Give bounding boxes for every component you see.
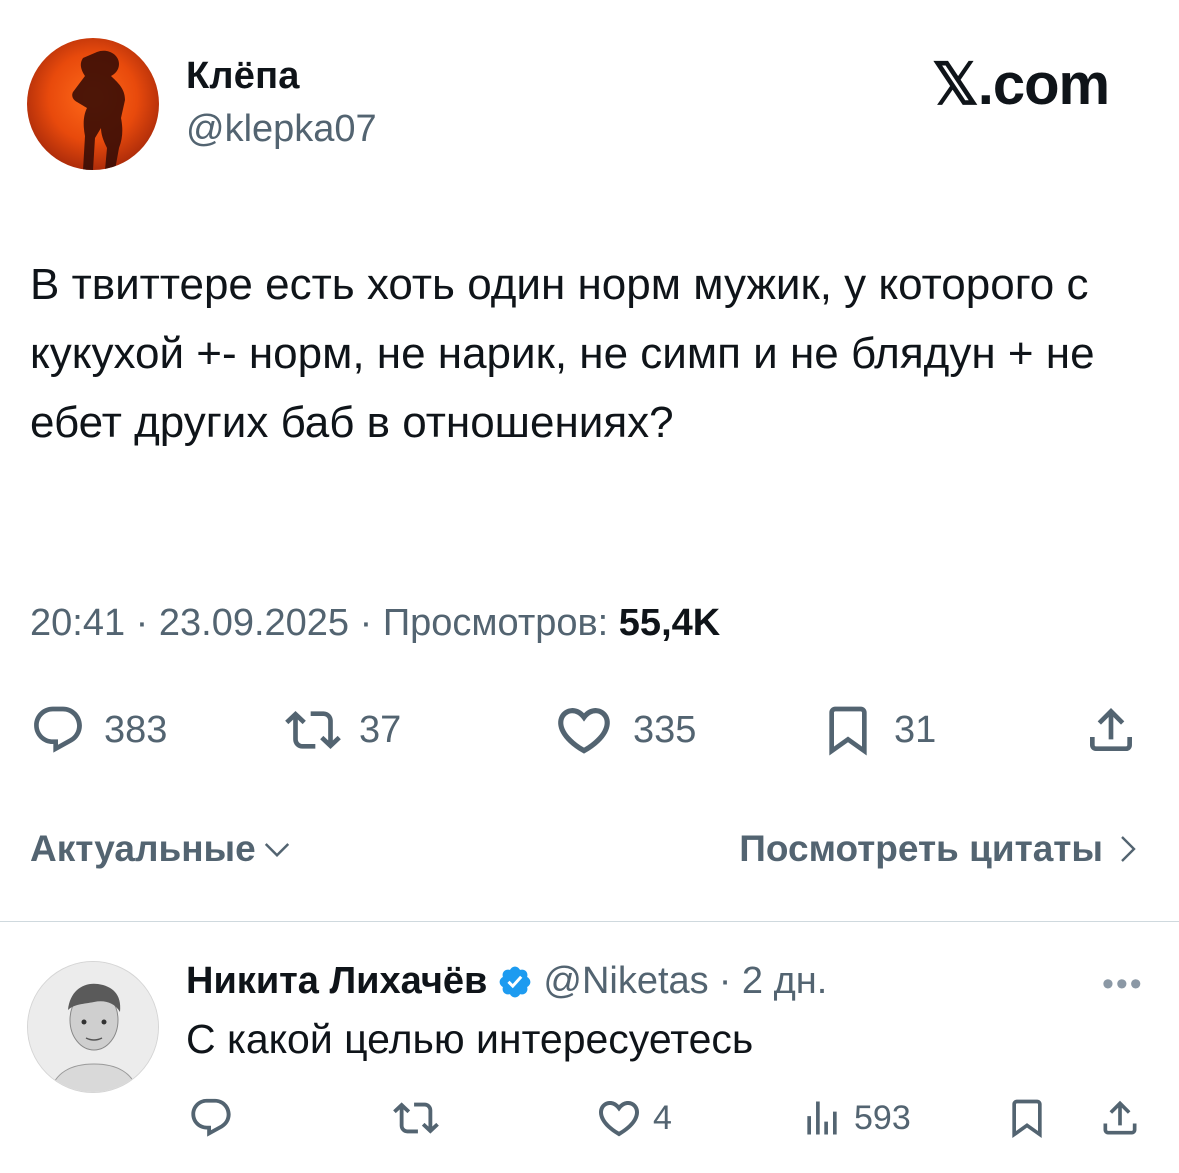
share-icon bbox=[1090, 708, 1132, 751]
share-icon bbox=[1103, 1100, 1137, 1135]
reply-actions: 4 593 bbox=[0, 1092, 1179, 1144]
reply-like-count: 4 bbox=[653, 1098, 672, 1137]
avatar-portrait-icon bbox=[28, 962, 158, 1092]
bookmark-button[interactable]: 31 bbox=[820, 700, 936, 760]
reply-views-button[interactable]: 593 bbox=[800, 1092, 911, 1144]
like-button[interactable]: 335 bbox=[553, 700, 696, 760]
view-quotes-label: Посмотреть цитаты bbox=[739, 828, 1103, 869]
reply-header: Никита Лихачёв @Niketas · 2 дн. bbox=[186, 960, 827, 1003]
reply-icon bbox=[191, 1098, 231, 1137]
reply-time[interactable]: · 2 дн. bbox=[719, 960, 828, 1003]
tweet-meta: 20:41 · 23.09.2025 · Просмотров: 55,4K bbox=[30, 602, 720, 645]
repost-icon bbox=[393, 1102, 439, 1134]
sort-dropdown[interactable]: Актуальные bbox=[30, 828, 292, 870]
sort-label: Актуальные bbox=[30, 828, 256, 869]
tweet-timestamp[interactable]: 20:41 · 23.09.2025 · Просмотров: bbox=[30, 602, 619, 644]
reply-icon bbox=[34, 706, 82, 753]
avatar-silhouette-icon bbox=[72, 50, 125, 170]
reply-like-button[interactable]: 4 bbox=[595, 1092, 672, 1144]
heart-icon bbox=[598, 1101, 640, 1137]
reply-button[interactable]: 383 bbox=[30, 700, 167, 760]
view-count: 55,4K bbox=[618, 602, 721, 644]
repost-button[interactable]: 37 bbox=[285, 700, 401, 760]
reply-count: 383 bbox=[104, 708, 168, 751]
repost-count: 37 bbox=[359, 708, 402, 751]
reply-bookmark-button[interactable] bbox=[1005, 1092, 1049, 1144]
verified-badge-icon[interactable] bbox=[497, 964, 533, 1000]
reply-reply-button[interactable] bbox=[188, 1092, 234, 1144]
tweet-actions: 383 37 335 31 bbox=[0, 700, 1179, 760]
author-handle[interactable]: @klepka07 bbox=[186, 108, 377, 151]
view-quotes-link[interactable]: Посмотреть цитаты bbox=[739, 828, 1139, 870]
reply-view-count: 593 bbox=[854, 1098, 911, 1137]
chevron-down-icon bbox=[264, 843, 289, 858]
tweet-text: В твиттере есть хоть один норм мужик, у … bbox=[30, 260, 1095, 447]
reply-repost-button[interactable] bbox=[393, 1092, 439, 1144]
like-count: 335 bbox=[633, 708, 697, 751]
divider bbox=[0, 921, 1179, 922]
bookmark-icon bbox=[829, 706, 867, 756]
reply-text: С какой целью интересуетесь bbox=[186, 1016, 754, 1062]
heart-icon bbox=[558, 708, 610, 754]
share-button[interactable] bbox=[1083, 700, 1139, 760]
chevron-right-icon bbox=[1121, 836, 1136, 862]
author-name[interactable]: Клёпа bbox=[186, 55, 300, 98]
more-options-icon[interactable]: ••• bbox=[1102, 965, 1144, 1004]
bookmark-icon bbox=[1012, 1099, 1042, 1139]
reply-share-button[interactable] bbox=[1098, 1092, 1142, 1144]
x-brand-logo: 𝕏.com bbox=[932, 52, 1110, 117]
repost-icon bbox=[285, 711, 341, 749]
reply-author-handle[interactable]: @Niketas bbox=[543, 960, 708, 1003]
reply-author-name[interactable]: Никита Лихачёв bbox=[186, 960, 487, 1003]
author-avatar[interactable] bbox=[27, 38, 159, 170]
views-chart-icon bbox=[807, 1101, 837, 1135]
bookmark-count: 31 bbox=[894, 708, 937, 751]
reply-author-avatar[interactable] bbox=[27, 961, 159, 1093]
